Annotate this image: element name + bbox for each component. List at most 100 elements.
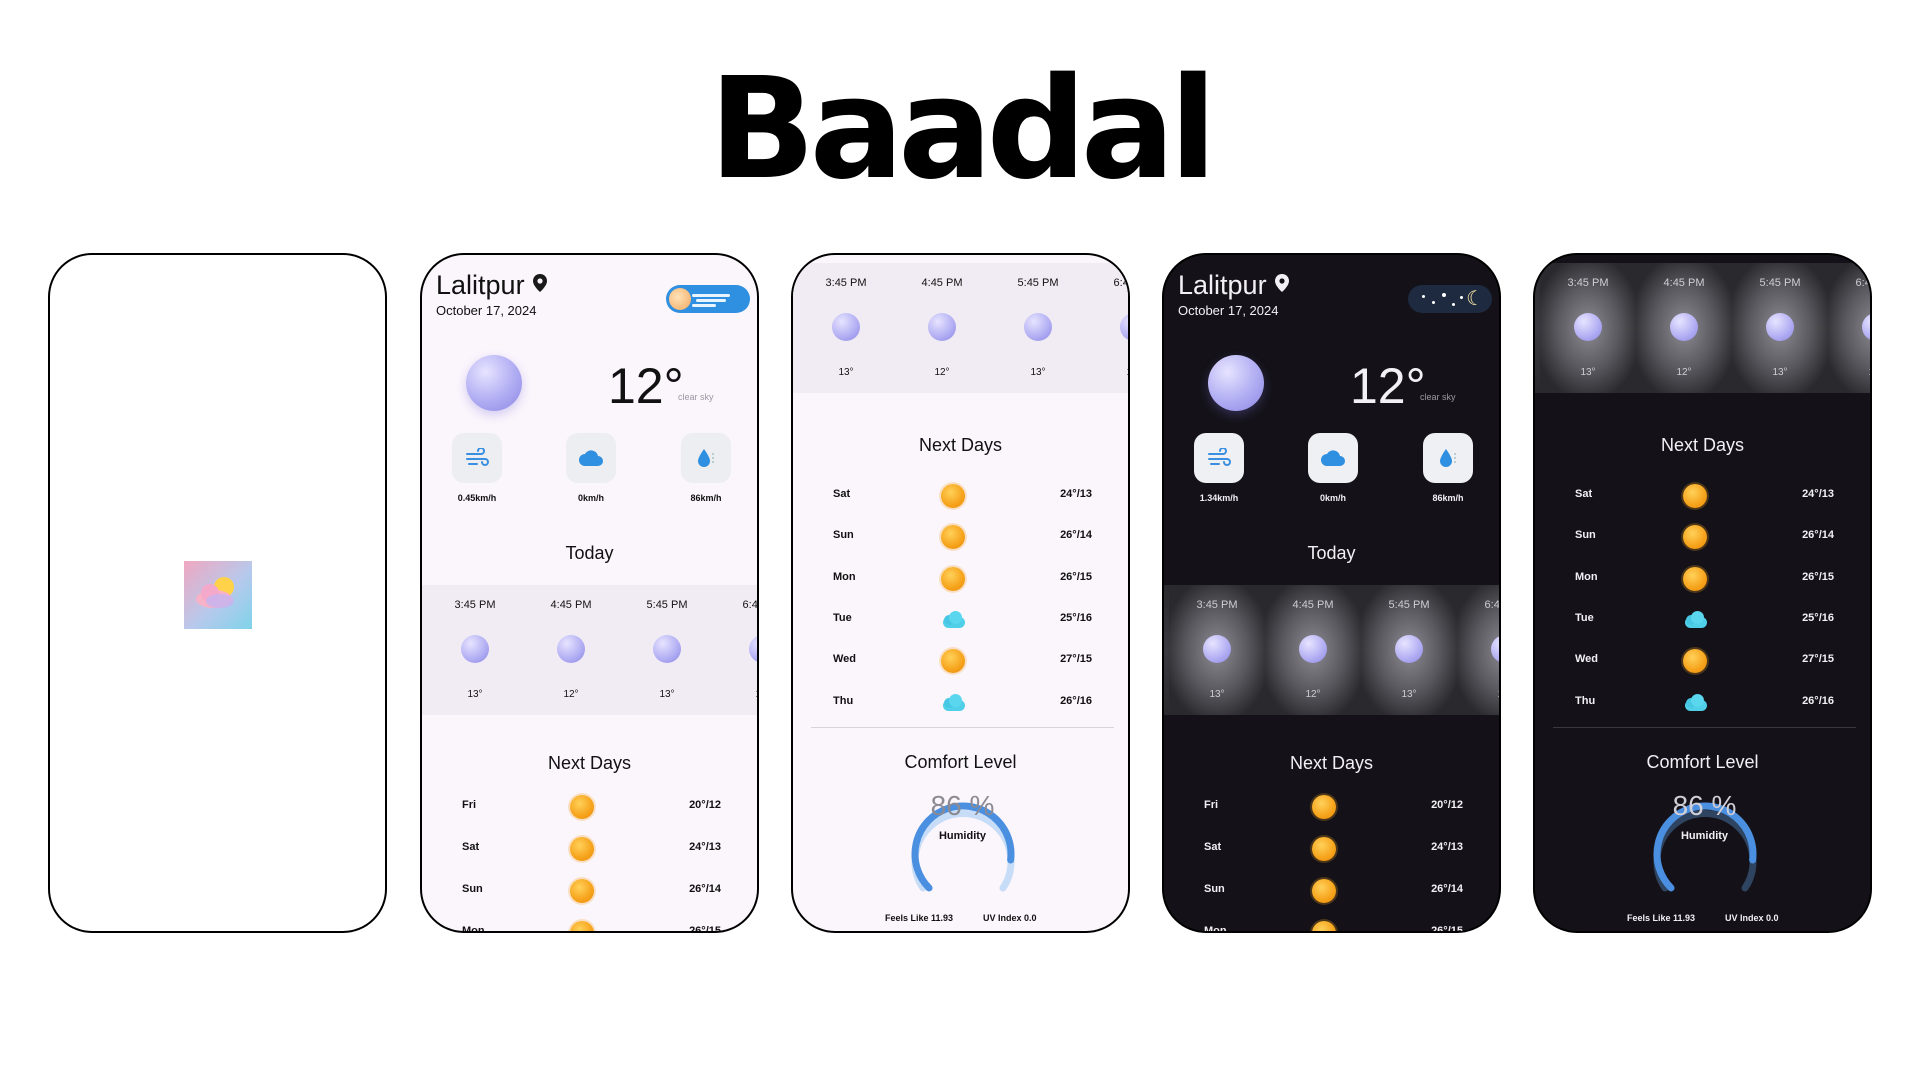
list-item[interactable]: Sun 26°/14: [1535, 517, 1870, 557]
hourly-item[interactable]: 5:45 PM 13°: [990, 263, 1086, 393]
list-item[interactable]: Tue 25°/16: [1535, 600, 1870, 640]
phone-home-dark: Lalitpur October 17, 2024 ☾ 12° clear sk…: [1162, 253, 1501, 933]
hour-time: 3:45 PM: [1567, 277, 1609, 289]
hourly-item[interactable]: 3:45 PM 13°: [1540, 263, 1636, 393]
divider: [811, 727, 1114, 728]
hourly-item[interactable]: 4:45 PM 12°: [1636, 263, 1732, 393]
app-logo-icon: [184, 561, 252, 629]
day-name: Tue: [833, 612, 852, 624]
today-title: Today: [565, 543, 614, 563]
moon-icon: [1120, 313, 1128, 341]
day-name: Sat: [833, 488, 851, 500]
hourly-forecast[interactable]: 3:45 PM 13° 4:45 PM 12° 5:45 PM 13° 6:45…: [422, 585, 758, 715]
theme-toggle[interactable]: [666, 285, 750, 313]
hour-temp: 13°: [1086, 367, 1128, 378]
list-item[interactable]: Thu 26°/16: [793, 683, 1128, 723]
day-temp: 27°/15: [1060, 653, 1092, 665]
hourly-forecast[interactable]: 3:45 PM 13° 4:45 PM 12° 5:45 PM 13° 6:45…: [1535, 263, 1871, 393]
current-date: October 17, 2024: [436, 303, 537, 318]
hourly-item[interactable]: 5:45 PM 13°: [1732, 263, 1828, 393]
hour-temp: 13°: [1209, 689, 1225, 700]
hourly-item[interactable]: 3:45 PM 13°: [798, 263, 894, 393]
location-header: Lalitpur October 17, 2024: [436, 270, 547, 318]
humidity-percent: 86 %: [1672, 790, 1737, 821]
humidity-drop-icon: [1423, 433, 1473, 483]
sun-icon: [1312, 837, 1336, 861]
cloud-value: 0km/h: [1319, 493, 1346, 503]
list-item[interactable]: Sun 26°/14: [1164, 871, 1499, 911]
day-temp: 26°/14: [1802, 529, 1834, 541]
location-pin-icon[interactable]: [1274, 273, 1289, 297]
city-name[interactable]: Lalitpur: [1178, 270, 1267, 300]
hourly-item[interactable]: 6:45 PM 13°: [1457, 585, 1500, 715]
sun-icon: [941, 525, 965, 549]
hourly-forecast[interactable]: 3:45 PM 13° 4:45 PM 12° 5:45 PM 13° 6:45…: [1164, 585, 1500, 715]
phone-home-light: Lalitpur October 17, 2024 12° clear sky …: [420, 253, 759, 933]
hour-time: 6:45 PM: [1484, 599, 1500, 611]
hourly-item[interactable]: 3:45 PM 13°: [1169, 585, 1265, 715]
wind-stat: 0.45km/h: [437, 433, 517, 503]
city-name[interactable]: Lalitpur: [436, 270, 525, 300]
hourly-item[interactable]: 4:45 PM 12°: [1265, 585, 1361, 715]
day-name: Sun: [462, 883, 483, 895]
hour-time: 6:45 PM: [742, 599, 758, 611]
hourly-item[interactable]: 4:45 PM 12°: [523, 585, 619, 715]
cloud-icon: [941, 691, 967, 715]
list-item[interactable]: Mon 26°/15: [793, 559, 1128, 599]
humidity-label: Humidity: [938, 830, 987, 842]
hourly-item[interactable]: 4:45 PM 12°: [894, 263, 990, 393]
cloud-stat: 0km/h: [551, 433, 631, 503]
hourly-item[interactable]: 6:45 PM 13°: [1828, 263, 1871, 393]
list-item[interactable]: Mon 26°/15: [1164, 913, 1499, 931]
hourly-item[interactable]: 6:45 PM 13°: [1086, 263, 1128, 393]
moon-icon: [1024, 313, 1052, 341]
hourly-item[interactable]: 6:45 PM 13°: [715, 585, 758, 715]
list-item[interactable]: Wed 27°/15: [793, 641, 1128, 681]
list-item[interactable]: Sat 24°/13: [1535, 476, 1870, 516]
day-temp: 20°/12: [689, 799, 721, 811]
list-item[interactable]: Sat 24°/13: [793, 476, 1128, 516]
humidity-stat: 86km/h: [1408, 433, 1488, 503]
humidity-drop-icon: [681, 433, 731, 483]
theme-toggle[interactable]: ☾: [1408, 285, 1492, 313]
hour-time: 6:45 PM: [1855, 277, 1871, 289]
list-item[interactable]: Sat 24°/13: [422, 829, 757, 869]
list-item[interactable]: Sat 24°/13: [1164, 829, 1499, 869]
location-pin-icon[interactable]: [532, 273, 547, 297]
hour-time: 4:45 PM: [550, 599, 592, 611]
list-item[interactable]: Tue 25°/16: [793, 600, 1128, 640]
list-item[interactable]: Mon 26°/15: [1535, 559, 1870, 599]
list-item[interactable]: Fri 20°/12: [1164, 787, 1499, 827]
list-item[interactable]: Thu 26°/16: [1535, 683, 1870, 723]
hourly-item[interactable]: 5:45 PM 13°: [1361, 585, 1457, 715]
hour-temp: 13°: [1401, 689, 1417, 700]
list-item[interactable]: Sun 26°/14: [422, 871, 757, 911]
list-item[interactable]: Sun 26°/14: [793, 517, 1128, 557]
phone-splash-screen: [48, 253, 387, 933]
hourly-item[interactable]: 3:45 PM 13°: [427, 585, 523, 715]
day-name: Mon: [1575, 571, 1598, 583]
list-item[interactable]: Fri 20°/12: [422, 787, 757, 827]
list-item[interactable]: Wed 27°/15: [1535, 641, 1870, 681]
day-name: Fri: [462, 799, 477, 811]
day-temp: 24°/13: [1060, 488, 1092, 500]
hour-temp: 13°: [1828, 367, 1870, 378]
hourly-item[interactable]: 5:45 PM 13°: [619, 585, 715, 715]
moon-icon: [1766, 313, 1794, 341]
phone-details-light: 3:45 PM 13° 4:45 PM 12° 5:45 PM 13° 6:45…: [791, 253, 1130, 933]
hourly-forecast[interactable]: 3:45 PM 13° 4:45 PM 12° 5:45 PM 13° 6:45…: [793, 263, 1128, 393]
uv-index: UV Index 0.0: [983, 913, 1037, 923]
current-date: October 17, 2024: [1178, 303, 1279, 318]
hour-temp: 12°: [563, 689, 579, 700]
day-temp: 25°/16: [1060, 612, 1092, 624]
day-temp: 26°/14: [1060, 529, 1092, 541]
moon-icon: [461, 635, 489, 663]
day-name: Mon: [833, 571, 856, 583]
list-item[interactable]: Mon 26°/15: [422, 913, 757, 931]
current-temperature: 12°: [608, 358, 684, 414]
cloud-value: 0km/h: [577, 493, 604, 503]
day-name: Wed: [1575, 653, 1599, 665]
hour-time: 5:45 PM: [1759, 277, 1801, 289]
sun-icon: [1683, 567, 1707, 591]
sun-icon: [1683, 649, 1707, 673]
